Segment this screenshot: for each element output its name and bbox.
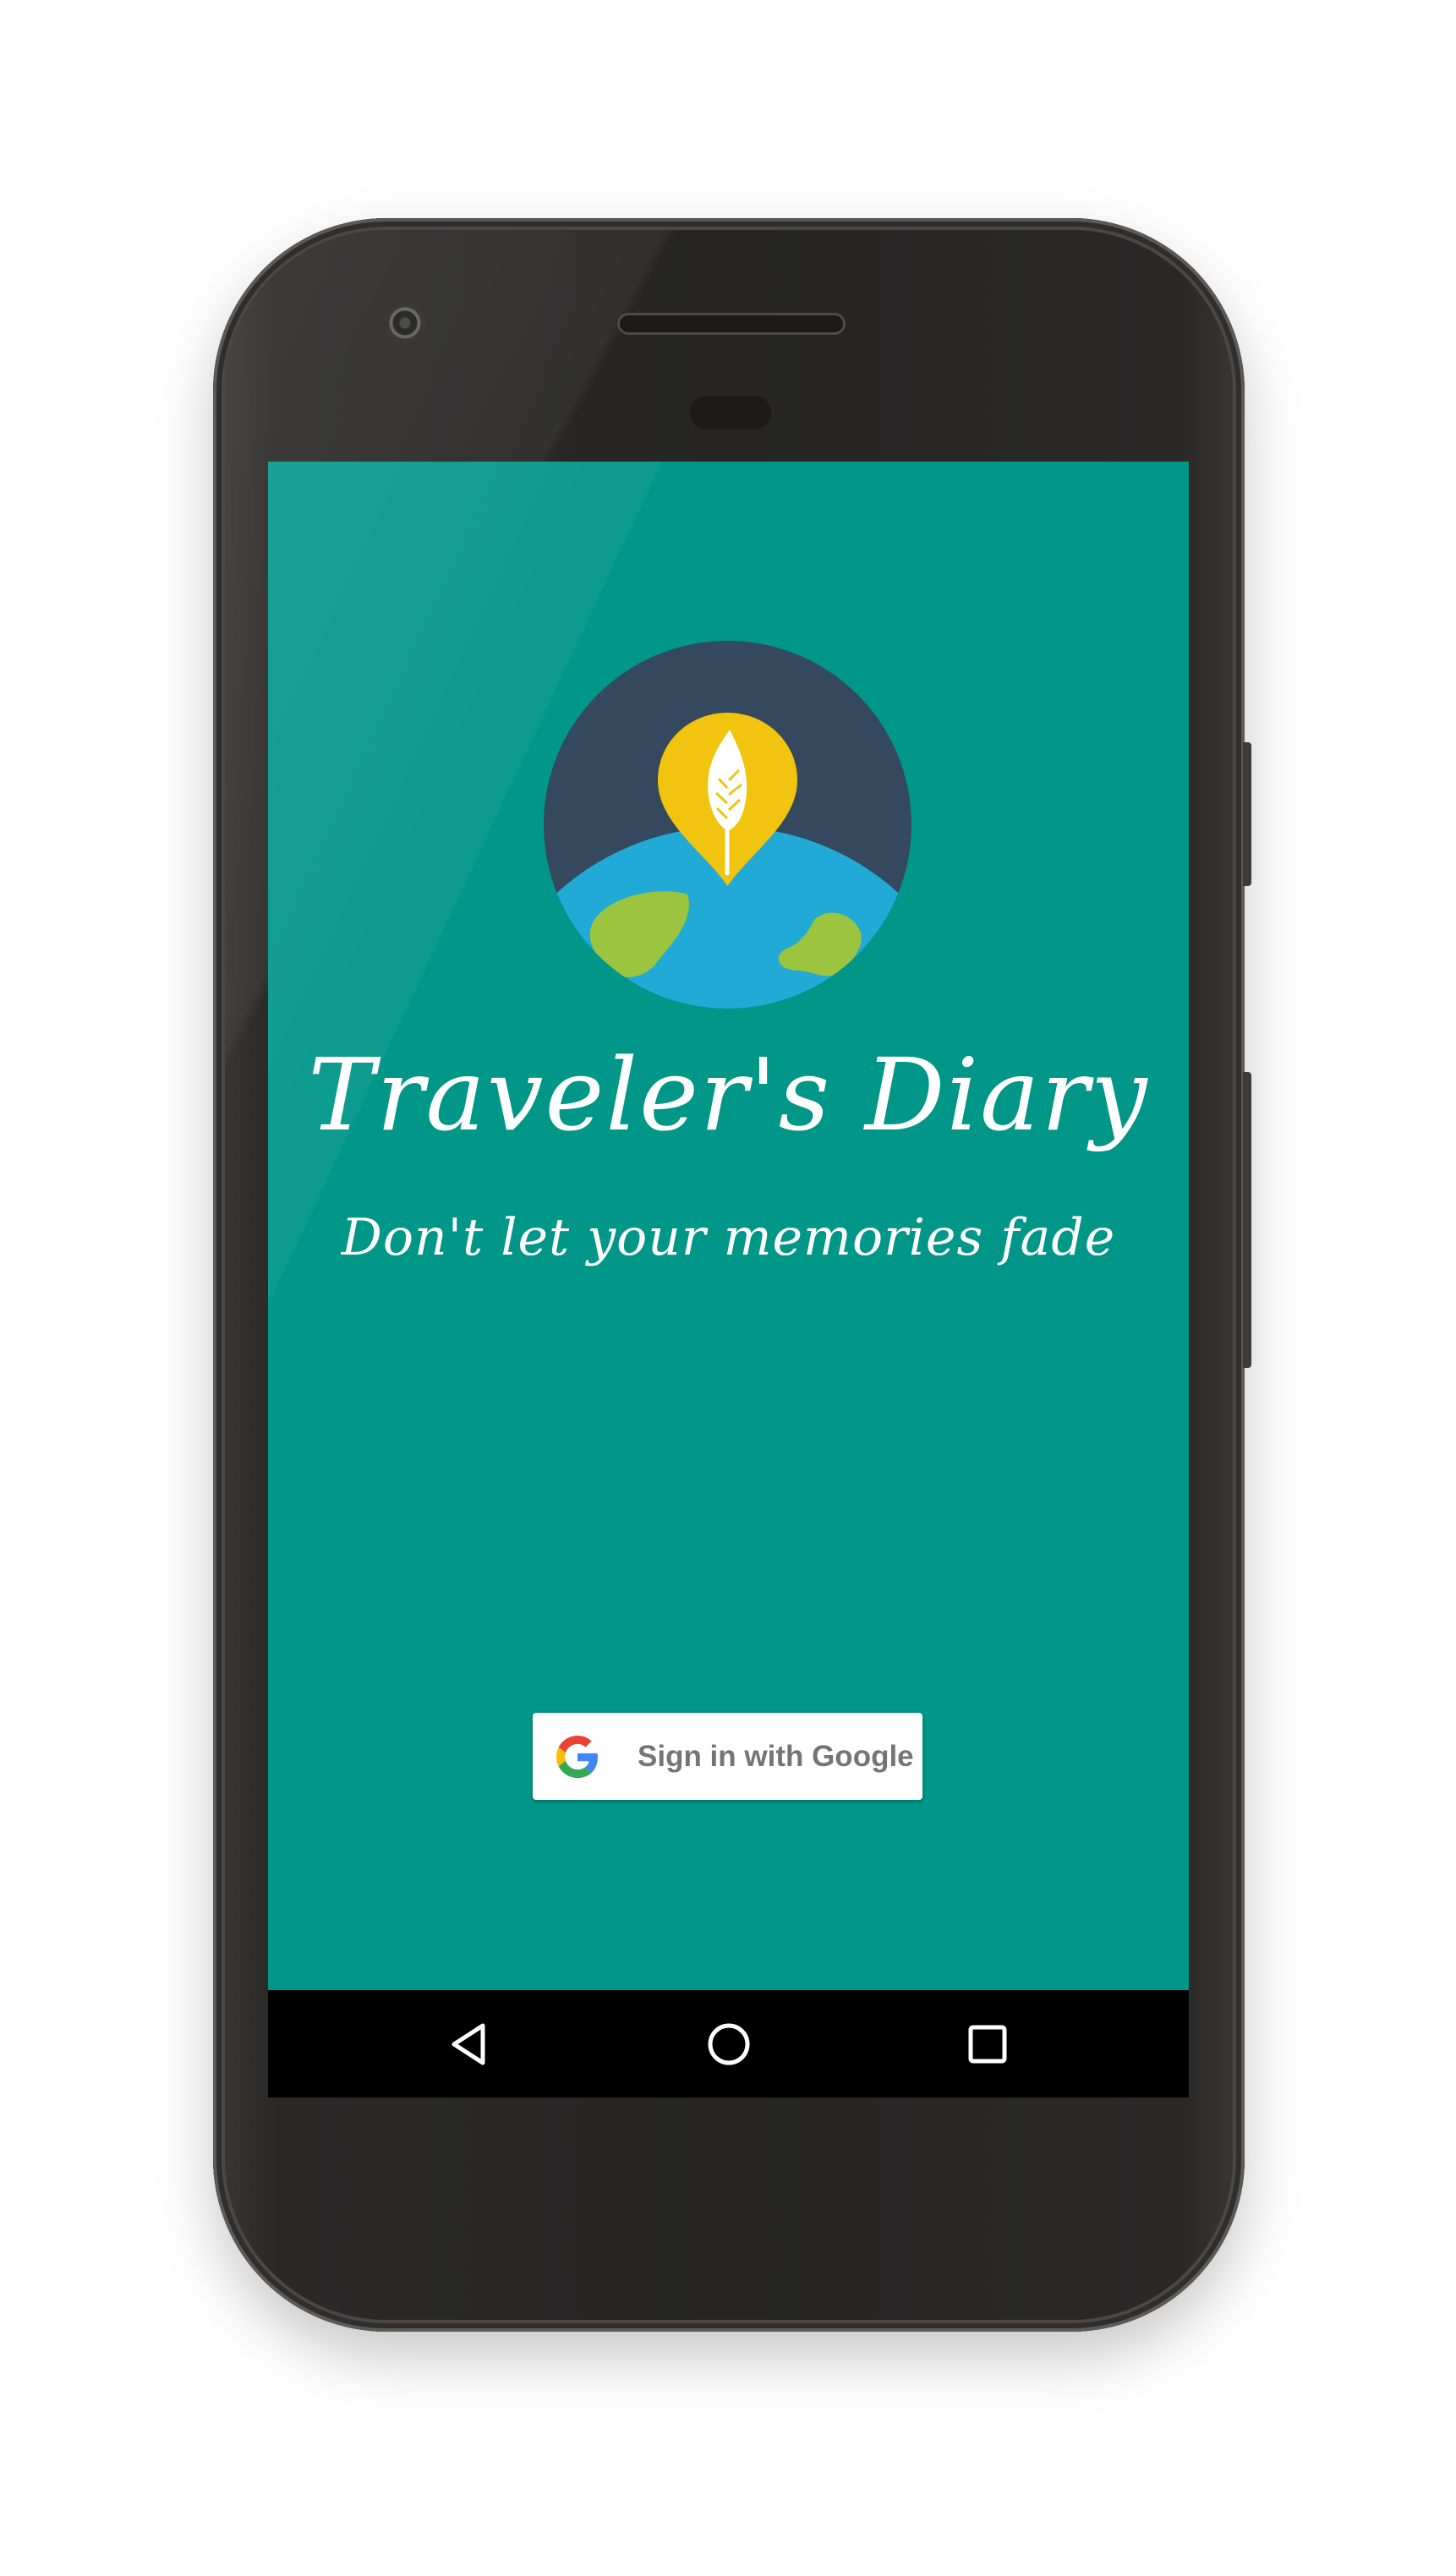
app-screen: Traveler's Diary Don't let your memories… <box>268 462 1189 1990</box>
sign-in-label: Sign in with Google <box>638 1740 914 1773</box>
navigation-bar <box>268 1990 1189 2097</box>
globe-pin-feather-logo <box>544 641 911 1009</box>
proximity-sensor <box>690 396 771 429</box>
app-tagline: Don't let your memories fade <box>341 1208 1116 1267</box>
back-triangle-icon[interactable] <box>441 2014 501 2075</box>
power-button <box>1243 742 1251 886</box>
volume-button <box>1243 1072 1251 1368</box>
earpiece-speaker <box>617 313 846 335</box>
front-camera <box>384 302 426 344</box>
sign-in-with-google-button[interactable]: Sign in with Google <box>533 1713 922 1800</box>
home-circle-icon[interactable] <box>698 2014 759 2075</box>
app-title: Traveler's Diary <box>308 1036 1149 1153</box>
recents-square-icon[interactable] <box>957 2014 1018 2075</box>
google-g-icon <box>556 1736 598 1778</box>
